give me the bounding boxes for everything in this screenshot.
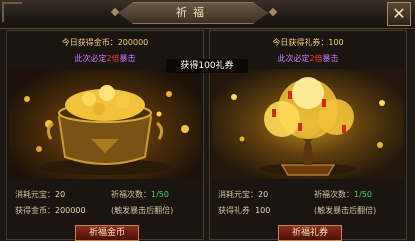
gold-pot-icon: [24, 85, 189, 175]
cost-value: 20: [55, 190, 66, 199]
crit-suffix: 暴击: [322, 54, 339, 63]
gain-row: 获得礼券 100: [218, 205, 270, 216]
title-bar: 祈福 ✕: [0, 0, 415, 29]
today-gold-gain: 今日获得金币：200000: [61, 38, 149, 47]
cost-label: 消耗元宝：: [15, 190, 55, 199]
gold-stats: 消耗元宝：20 祈福次数：1/50 获得金币：200000 (触发暴击后翻倍): [11, 183, 199, 223]
count-row: 祈福次数：1/50: [111, 189, 169, 200]
bless-gold-button[interactable]: 祈福金币: [75, 225, 139, 241]
corner-ornament: [2, 2, 22, 22]
cost-label: 消耗元宝：: [218, 190, 258, 199]
crit-note: (触发暴击后翻倍): [314, 206, 377, 215]
cost-row: 消耗元宝：20: [15, 189, 65, 200]
gain-value: 200000: [55, 206, 86, 215]
bless-coupon-button[interactable]: 祈福礼券: [278, 225, 342, 241]
crit-prefix: 此次必定: [74, 54, 107, 63]
money-tree-illustration: [212, 69, 404, 179]
crit-multiplier: 2倍: [309, 54, 323, 63]
ornament-diamond-left: [110, 7, 120, 17]
cost-row: 消耗元宝：20: [218, 189, 268, 200]
crit-prefix: 此次必定: [277, 54, 310, 63]
cost-value: 20: [258, 190, 269, 199]
coupon-stats: 消耗元宝：20 祈福次数：1/50 获得礼券 100 (触发暴击后翻倍): [214, 183, 402, 223]
gold-pot-illustration: [9, 69, 201, 179]
ornament-diamond-right: [268, 7, 278, 17]
crit-suffix: 暴击: [119, 54, 136, 63]
crit-note: (触发暴击后翻倍): [111, 206, 174, 215]
count-value: 1/50: [354, 190, 372, 199]
gain-label: 获得金币：: [15, 206, 55, 215]
count-label: 祈福次数：: [111, 190, 151, 199]
gain-value: 100: [255, 206, 271, 215]
count-value: 1/50: [151, 190, 169, 199]
count-label: 祈福次数：: [314, 190, 354, 199]
today-coupon-gain: 今日获得礼券：100: [272, 38, 344, 47]
gain-label: 获得礼券: [218, 206, 250, 215]
window-title: 祈福: [118, 2, 268, 24]
count-row: 祈福次数：1/50: [314, 189, 372, 200]
reward-toast: 获得100礼券: [166, 59, 248, 73]
gain-row: 获得金币：200000: [15, 205, 86, 216]
money-tree-icon: [231, 77, 385, 176]
crit-multiplier: 2倍: [106, 54, 120, 63]
close-button[interactable]: ✕: [387, 2, 411, 26]
